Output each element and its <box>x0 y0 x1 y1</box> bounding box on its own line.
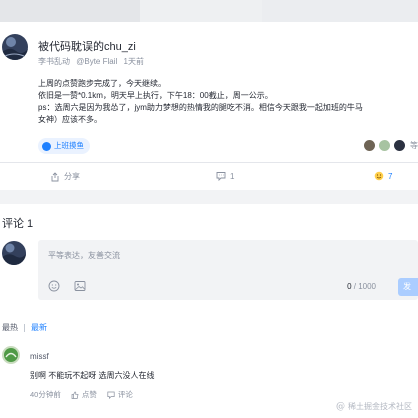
top-strip-segment <box>0 0 140 22</box>
image-icon[interactable] <box>74 280 86 292</box>
topic-tag[interactable]: 上班摸鱼 <box>38 138 90 154</box>
like-count: 7 <box>388 171 393 181</box>
comment-like-label: 点赞 <box>81 390 97 399</box>
comment-editor[interactable]: 平等表达，友善交流 0 / 1000 发 <box>38 240 418 300</box>
share-button[interactable]: 分享 <box>50 171 80 182</box>
comment-text: 别啊 不能玩不起呀 选周六没人在线 <box>30 371 155 380</box>
topic-tag-label: 上班摸鱼 <box>54 141 84 150</box>
author-name[interactable]: 被代码耽误的chu_zi <box>38 38 136 54</box>
comment-time: 40分钟前 <box>30 390 61 399</box>
juejin-logo-icon: @ <box>336 401 345 412</box>
author-avatar[interactable] <box>2 34 28 60</box>
section-divider <box>0 190 418 204</box>
comment-button[interactable]: 1 <box>216 171 234 181</box>
comment-count: 1 <box>230 171 235 181</box>
author-company: @Byte Flail <box>76 57 118 66</box>
comment-meta: 40分钟前 点赞 评论 <box>30 389 133 400</box>
char-counter: 0 / 1000 <box>347 282 376 291</box>
commenter-avatar[interactable] <box>2 346 20 364</box>
top-strip <box>0 0 418 22</box>
comment-sort: 最热 最新 <box>2 322 47 333</box>
author-meta: 李书乱动 @Byte Flail 1天前 <box>38 56 148 67</box>
comments-title: 评论 1 <box>2 218 34 230</box>
reactor-avatars[interactable]: 等 <box>363 139 418 152</box>
comment-reply-button[interactable]: 评论 <box>107 389 133 400</box>
char-count: 0 <box>347 282 352 291</box>
author-role: 李书乱动 <box>38 57 70 66</box>
commenter-name[interactable]: missf <box>30 352 49 361</box>
reply-icon <box>107 391 115 399</box>
reactors-more: 等 <box>410 141 418 150</box>
post-time: 1天前 <box>123 57 144 66</box>
thumb-icon <box>71 391 79 399</box>
char-max: / 1000 <box>353 282 376 291</box>
share-label: 分享 <box>64 172 80 181</box>
like-icon <box>374 171 384 181</box>
sort-new-tab[interactable]: 最新 <box>31 322 47 333</box>
reactor-avatar <box>363 139 376 152</box>
post-content: 上周的点赞跑步完成了，今天继续。 依旧是一赞*0.1km，明天早上执行，下午18… <box>38 78 418 126</box>
top-strip-segment <box>262 0 418 22</box>
reactor-avatar <box>393 139 406 152</box>
content-line: ps：选周六是因为我怂了，jym助力梦想的热情我的腿吃不消。相信今天跟我一起加班… <box>38 103 363 112</box>
send-button[interactable]: 发 <box>398 278 418 296</box>
sort-hot-tab[interactable]: 最热 <box>2 322 18 333</box>
content-line: 依旧是一赞*0.1km，明天早上执行，下午18：00截止，周一公示。 <box>38 91 273 100</box>
comment-like-button[interactable]: 点赞 <box>71 389 97 400</box>
topic-tag-icon <box>42 141 51 151</box>
post-action-bar: 分享 1 7 <box>0 162 418 188</box>
comment-input-placeholder[interactable]: 平等表达，友善交流 <box>48 250 120 261</box>
watermark-text: 稀土掘金技术社区 <box>348 402 412 411</box>
content-line: 上周的点赞跑步完成了，今天继续。 <box>38 79 166 88</box>
emoji-icon[interactable] <box>48 280 60 292</box>
content-line: 女神）应该不多。 <box>38 115 102 124</box>
comment-reply-label: 评论 <box>117 390 133 399</box>
my-avatar <box>2 241 26 265</box>
like-button[interactable]: 7 <box>374 171 392 181</box>
watermark: @ 稀土掘金技术社区 <box>336 401 412 412</box>
share-icon <box>51 171 59 181</box>
sort-divider <box>24 323 25 332</box>
reactor-avatar <box>378 139 391 152</box>
comment-icon <box>216 172 226 181</box>
